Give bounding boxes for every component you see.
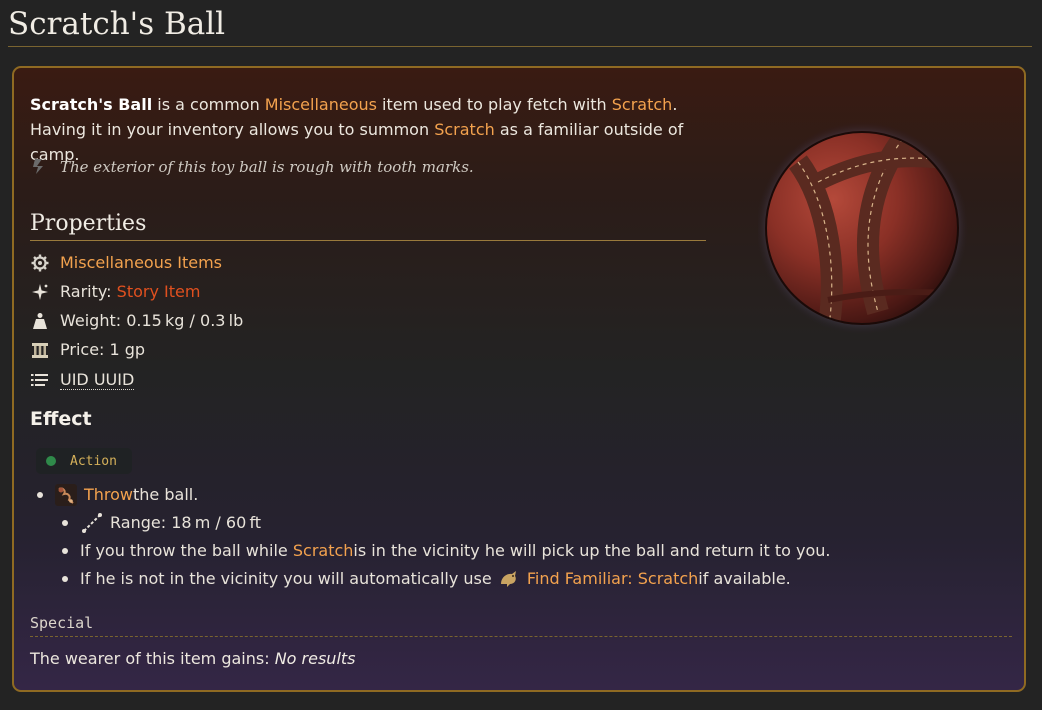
list-item: Throw the ball. xyxy=(30,480,1010,509)
throw-icon xyxy=(54,483,78,507)
familiar-icon xyxy=(497,567,521,591)
scratch-link[interactable]: Scratch xyxy=(293,537,354,565)
line-text: is in the vicinity he will pick up the b… xyxy=(353,541,831,560)
effect-heading: Effect xyxy=(30,408,92,430)
property-rarity: Rarity: Story Item xyxy=(30,277,710,306)
property-weight: Weight: 0.15 kg / 0.3 lb xyxy=(30,306,710,335)
weight-icon xyxy=(30,311,50,331)
throw-rest-text: the ball. xyxy=(133,485,199,504)
list-item: If he is not in the vicinity you will au… xyxy=(30,565,1010,593)
bullet xyxy=(62,576,68,582)
bullet xyxy=(37,492,43,498)
action-label: Action xyxy=(70,453,117,469)
description-text: item used to play fetch with xyxy=(376,95,612,114)
bullet xyxy=(62,520,68,526)
flavor-text: The exterior of this toy ball is rough w… xyxy=(60,158,474,176)
line-text: If he is not in the vicinity you will au… xyxy=(80,569,492,588)
property-price: Price: 1 gp xyxy=(30,335,710,364)
throw-link[interactable]: Throw xyxy=(84,480,133,509)
properties-heading: Properties xyxy=(30,212,706,241)
list-item: Range: 18 m / 60 ft xyxy=(30,509,1010,537)
effect-list: Throw the ball. Range: 18 m / 60 ft If y… xyxy=(30,480,1010,593)
property-uid: UID UUID xyxy=(30,364,710,396)
range-icon xyxy=(80,511,104,535)
sparkle-icon xyxy=(30,282,50,302)
price-text: Price: 1 gp xyxy=(60,340,146,359)
wearer-text: The wearer of this item gains: xyxy=(30,649,275,668)
properties-list: Miscellaneous Items Rarity: Story Item W… xyxy=(30,248,710,396)
weight-text: Weight: 0.15 kg / 0.3 lb xyxy=(60,311,244,330)
gear-icon xyxy=(30,253,50,273)
wearer-value: No results xyxy=(274,649,356,668)
list-icon xyxy=(30,370,50,390)
flavor-quote: The exterior of this toy ball is rough w… xyxy=(30,154,710,180)
item-infobox: Scratch's Ball is a common Miscellaneous… xyxy=(12,66,1026,692)
description-text: is a common xyxy=(152,95,265,114)
special-heading: Special xyxy=(30,610,1012,637)
item-name: Scratch's Ball xyxy=(30,95,153,114)
quote-icon xyxy=(30,157,48,175)
item-image xyxy=(756,122,970,334)
property-category: Miscellaneous Items xyxy=(30,248,710,277)
range-text: Range: 18 m / 60 ft xyxy=(110,513,262,532)
miscellaneous-link[interactable]: Miscellaneous xyxy=(265,95,377,114)
line-text: If you throw the ball while xyxy=(80,541,288,560)
page-title: Scratch's Ball xyxy=(8,4,1032,47)
miscellaneous-items-link[interactable]: Miscellaneous Items xyxy=(60,248,222,277)
list-item: If you throw the ball while Scratch is i… xyxy=(30,537,1010,565)
action-dot-icon xyxy=(46,456,56,466)
scratch-link[interactable]: Scratch xyxy=(612,95,673,114)
line-text: if available. xyxy=(698,569,791,588)
uid-abbr[interactable]: UID UUID xyxy=(60,370,135,390)
rarity-value-link[interactable]: Story Item xyxy=(117,277,201,306)
action-resource-chip: Action xyxy=(36,448,132,474)
bullet xyxy=(62,548,68,554)
price-icon xyxy=(30,340,50,360)
rarity-label: Rarity: xyxy=(60,282,112,301)
find-familiar-link[interactable]: Find Familiar: Scratch xyxy=(527,565,698,593)
scratch-link[interactable]: Scratch xyxy=(434,120,495,139)
wearer-line: The wearer of this item gains: No result… xyxy=(30,646,356,672)
